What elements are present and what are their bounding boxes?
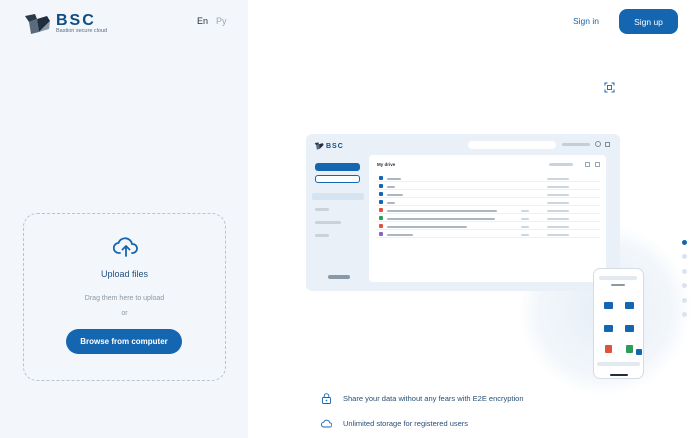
preview-file-row bbox=[375, 191, 600, 198]
upload-hint: Drag them here to upload bbox=[84, 295, 165, 302]
slider-dot-5[interactable] bbox=[682, 298, 687, 303]
phone-file-icon bbox=[605, 345, 612, 353]
preview-search bbox=[468, 141, 556, 149]
slider-dot-3[interactable] bbox=[682, 269, 687, 274]
preview-sidebar-item bbox=[312, 193, 364, 200]
cloud-upload-icon bbox=[113, 237, 138, 257]
preview-view-icon bbox=[595, 162, 600, 167]
slider-dot-6[interactable] bbox=[682, 312, 687, 317]
logo-mark-icon bbox=[25, 14, 50, 34]
lock-icon bbox=[322, 393, 331, 404]
preview-gear-icon bbox=[595, 141, 601, 147]
preview-logo-name: BSC bbox=[326, 142, 344, 150]
browse-button[interactable]: Browse from computer bbox=[66, 329, 182, 354]
phone-address-bar bbox=[599, 276, 637, 280]
feature-text: Unlimited storage for registered users bbox=[343, 419, 469, 428]
preview-file-list: My drive bbox=[369, 155, 606, 282]
preview-file-row bbox=[375, 199, 600, 206]
language-en[interactable]: En bbox=[197, 16, 208, 26]
upload-dropzone[interactable]: Upload files Drag them here to upload or… bbox=[23, 213, 226, 381]
preview-view-icon bbox=[585, 162, 590, 167]
preview-file-row bbox=[375, 231, 600, 238]
phone-file-icon bbox=[626, 345, 633, 353]
preview-title: My drive bbox=[377, 162, 396, 167]
preview-sidebar-item bbox=[315, 208, 329, 211]
phone-folder-icon bbox=[604, 302, 613, 309]
brand-logo[interactable]: BSC Bastion secure cloud bbox=[23, 13, 107, 35]
cloud-icon bbox=[321, 419, 332, 428]
preview-sidebar-item bbox=[315, 234, 329, 237]
preview-sidebar-item bbox=[315, 221, 341, 224]
preview-usage bbox=[328, 275, 350, 279]
phone-title bbox=[611, 284, 625, 286]
preview-file-row bbox=[375, 223, 600, 230]
slider-dot-2[interactable] bbox=[682, 254, 687, 259]
preview-exit-icon bbox=[605, 142, 610, 147]
qr-scan-icon[interactable] bbox=[604, 82, 615, 93]
phone-folder-icon bbox=[604, 325, 613, 332]
preview-file-row bbox=[375, 175, 600, 182]
app-preview-mobile bbox=[593, 268, 644, 379]
phone-folder-icon bbox=[625, 325, 634, 332]
feature-text: Share your data without any fears with E… bbox=[343, 394, 524, 403]
feature-item: Share your data without any fears with E… bbox=[321, 393, 524, 404]
phone-home-indicator bbox=[610, 374, 628, 376]
phone-nav bbox=[597, 362, 640, 366]
phone-folder-icon bbox=[625, 302, 634, 309]
feature-item: Unlimited storage for registered users bbox=[321, 418, 468, 429]
app-preview-desktop: BSC My drive bbox=[306, 134, 620, 291]
preview-file-row bbox=[375, 207, 600, 214]
preview-logo: BSC bbox=[314, 142, 344, 150]
phone-fab bbox=[636, 349, 642, 355]
language-ru[interactable]: Ру bbox=[216, 16, 227, 26]
preview-file-row bbox=[375, 183, 600, 190]
sign-in-link[interactable]: Sign in bbox=[573, 16, 599, 26]
preview-logo-mark-icon bbox=[314, 142, 324, 150]
upload-or: or bbox=[121, 310, 128, 317]
brand-name: BSC bbox=[56, 12, 96, 29]
upload-title: Upload files bbox=[100, 269, 149, 279]
sign-up-button[interactable]: Sign up bbox=[619, 9, 678, 34]
preview-upload-button bbox=[315, 163, 360, 171]
upload-panel: BSC Bastion secure cloud En Ру Upload fi… bbox=[0, 0, 248, 438]
preview-user bbox=[562, 143, 590, 146]
slider-dot-4[interactable] bbox=[682, 283, 687, 288]
brand-tagline: Bastion secure cloud bbox=[56, 28, 108, 34]
preview-sort bbox=[549, 163, 573, 166]
preview-file-row bbox=[375, 215, 600, 222]
preview-create-button bbox=[315, 175, 360, 183]
slider-dot-1[interactable] bbox=[682, 240, 687, 245]
